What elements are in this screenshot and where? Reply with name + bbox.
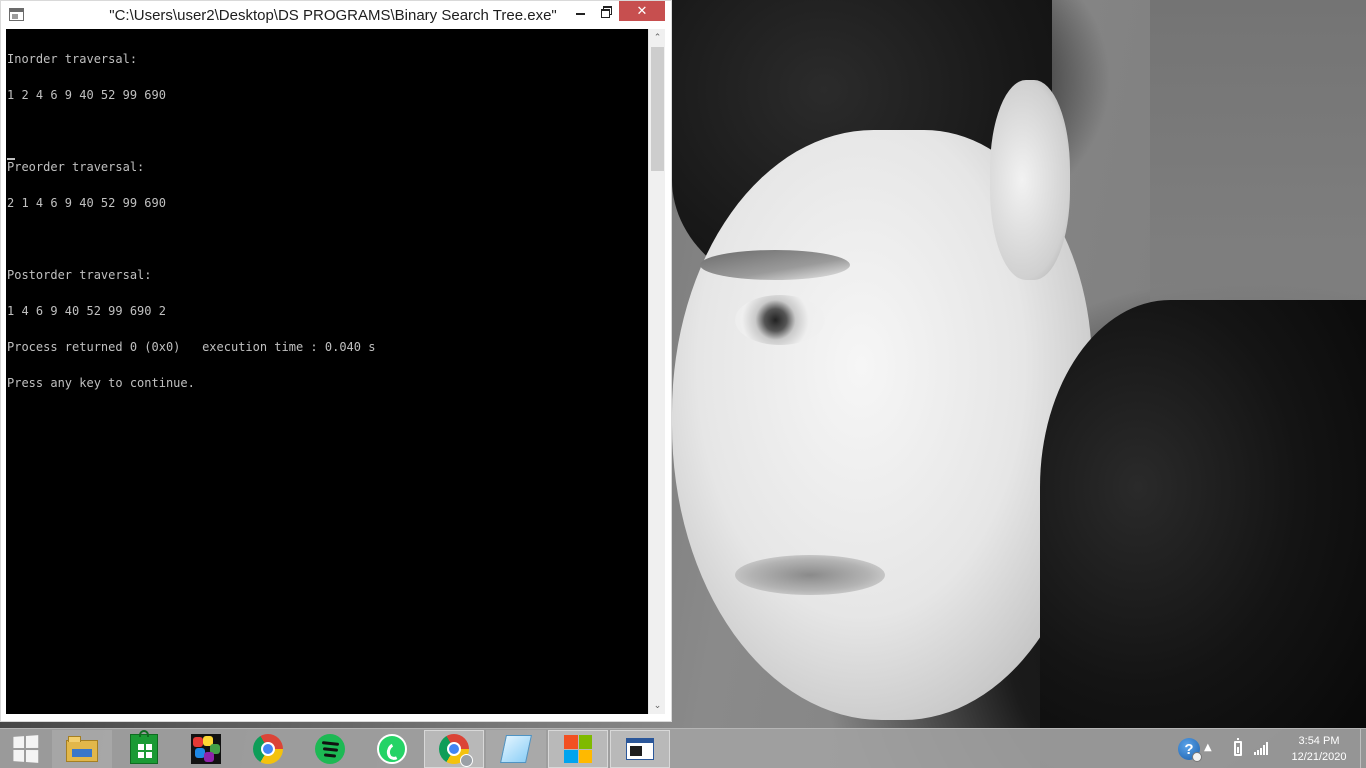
restore-icon: [601, 6, 612, 18]
restore-button[interactable]: [593, 1, 619, 21]
taskbar-item-console-program[interactable]: [610, 730, 670, 768]
console-line: 1 2 4 6 9 40 52 99 690: [7, 88, 166, 102]
scroll-down-button[interactable]: ⌄: [649, 697, 666, 714]
console-line: Postorder traversal:: [7, 268, 152, 282]
spotify-icon: [315, 734, 345, 764]
console-icon: [626, 738, 654, 760]
clock-time: 3:54 PM: [1298, 735, 1340, 747]
console-window[interactable]: "C:\Users\user2\Desktop\DS PROGRAMS\Bina…: [0, 0, 672, 722]
taskbar-item-microsoft-office[interactable]: [548, 730, 608, 768]
chevron-down-icon: ⌄: [653, 700, 662, 711]
scroll-up-button[interactable]: ⌃: [649, 29, 666, 46]
chrome-profile-icon: [439, 734, 473, 767]
taskbar-item-spotify[interactable]: [300, 730, 360, 768]
console-line: 1 4 6 9 40 52 99 690 2: [7, 304, 166, 318]
scroll-thumb[interactable]: [651, 47, 664, 171]
taskbar-item-google-chrome[interactable]: [238, 730, 298, 768]
folder-icon: [66, 736, 98, 762]
console-line: Inorder traversal:: [7, 52, 138, 66]
games-icon: [191, 734, 221, 764]
console-line: Process returned 0 (0x0) execution time …: [7, 340, 376, 354]
minimize-button[interactable]: [567, 1, 593, 21]
taskbar: ? ▲ 3:54 PM 12/21/2020: [0, 728, 1366, 768]
system-tray: ? ▲ 3:54 PM 12/21/2020: [1176, 729, 1366, 768]
wallpaper-eye: [735, 295, 825, 345]
store-icon: [130, 730, 158, 764]
window-titlebar[interactable]: "C:\Users\user2\Desktop\DS PROGRAMS\Bina…: [1, 1, 671, 29]
taskbar-item-notepad[interactable]: [486, 730, 546, 768]
vertical-scrollbar[interactable]: ⌃ ⌄: [648, 29, 665, 714]
chevron-up-icon: ⌃: [653, 32, 662, 43]
taskbar-item-whatsapp[interactable]: [362, 730, 422, 768]
show-desktop-button[interactable]: [1360, 729, 1366, 768]
start-button[interactable]: [0, 729, 50, 768]
console-line: Preorder traversal:: [7, 160, 145, 174]
help-badge-icon: [1192, 752, 1202, 762]
console-text-block: Inorder traversal: 1 2 4 6 9 40 52 99 69…: [7, 29, 375, 413]
console-line: 2 1 4 6 9 40 52 99 690: [7, 196, 166, 210]
clock-date: 12/21/2020: [1291, 751, 1347, 763]
close-icon: ✕: [636, 3, 648, 19]
taskbar-item-windows-store[interactable]: [114, 730, 174, 768]
wallpaper-ear: [990, 80, 1070, 280]
taskbar-item-games[interactable]: [176, 730, 236, 768]
windows-logo-icon: [13, 735, 39, 763]
console-output[interactable]: Inorder traversal: 1 2 4 6 9 40 52 99 69…: [6, 29, 648, 714]
close-button[interactable]: ✕: [619, 1, 665, 21]
profile-badge-icon: [460, 754, 473, 767]
taskbar-item-chrome-user-profile[interactable]: [424, 730, 484, 768]
show-hidden-icons-button[interactable]: ▲: [1204, 742, 1212, 753]
console-line: Press any key to continue.: [7, 376, 195, 390]
window-title: "C:\Users\user2\Desktop\DS PROGRAMS\Bina…: [109, 7, 557, 24]
wallpaper-jacket: [1040, 300, 1366, 768]
system-clock[interactable]: 3:54 PM 12/21/2020: [1280, 733, 1358, 765]
notepad-icon: [500, 735, 532, 763]
office-icon: [564, 735, 592, 763]
battery-icon[interactable]: [1234, 738, 1242, 756]
text-cursor: [7, 158, 15, 160]
taskbar-item-file-explorer[interactable]: [52, 730, 112, 768]
wallpaper-lips: [735, 555, 885, 595]
network-signal-icon[interactable]: [1254, 741, 1270, 755]
chrome-icon: [253, 734, 283, 764]
whatsapp-icon: [377, 734, 407, 764]
wallpaper-brow: [700, 250, 850, 280]
minimize-icon: [575, 13, 585, 15]
